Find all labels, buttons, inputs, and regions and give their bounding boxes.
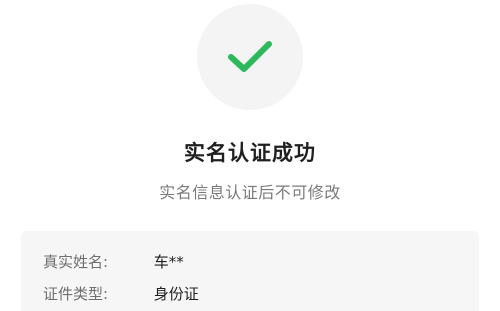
success-badge bbox=[197, 4, 303, 110]
info-row-id-type: 证件类型: 身份证 bbox=[43, 283, 199, 305]
page-subtitle: 实名信息认证后不可修改 bbox=[159, 183, 341, 202]
real-name-label: 真实姓名: bbox=[43, 253, 109, 271]
page-title: 实名认证成功 bbox=[184, 141, 316, 165]
verification-success-page: 实名认证成功 实名信息认证后不可修改 真实姓名: 车** 证件类型: 身份证 bbox=[0, 0, 500, 311]
identity-info-card: 真实姓名: 车** 证件类型: 身份证 bbox=[21, 231, 479, 311]
id-type-value: 身份证 bbox=[153, 285, 199, 303]
real-name-value: 车** bbox=[153, 253, 184, 271]
id-type-label: 证件类型: bbox=[43, 285, 109, 303]
info-row-real-name: 真实姓名: 车** bbox=[43, 251, 184, 273]
checkmark-icon bbox=[228, 41, 272, 72]
